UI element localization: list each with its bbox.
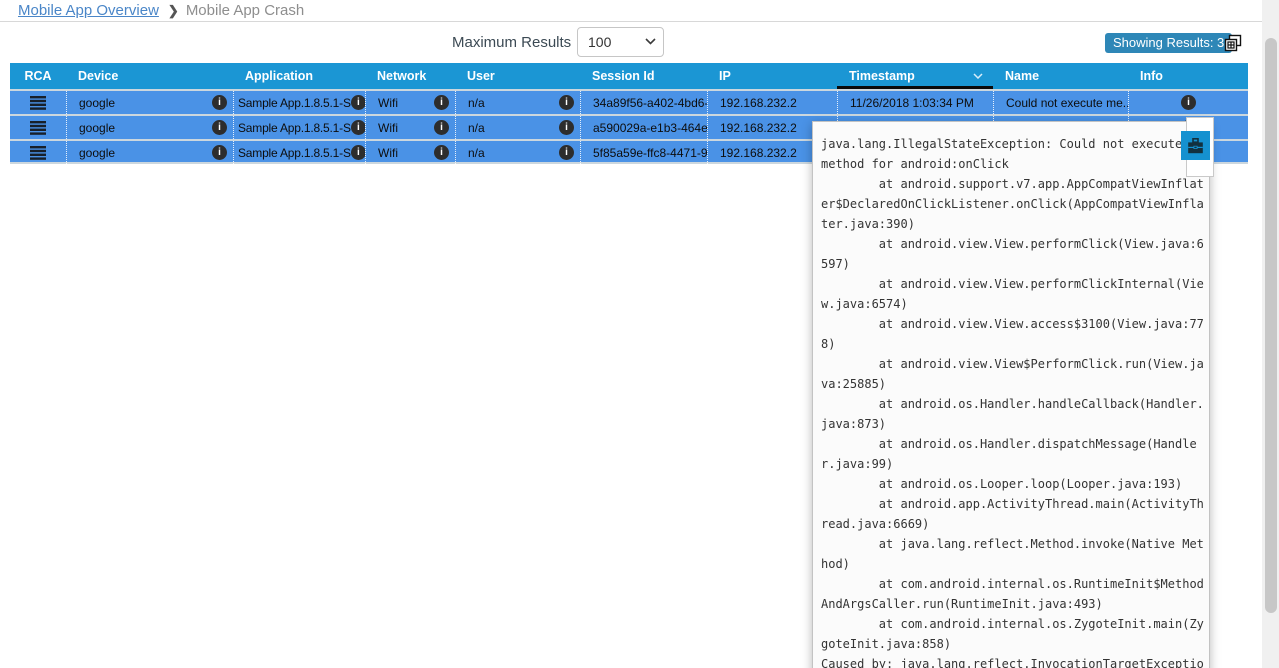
table-header-row: RCA Device Application Network User Sess… xyxy=(10,63,1248,89)
user-cell: n/a i xyxy=(455,141,580,164)
column-header-ip[interactable]: IP xyxy=(707,63,837,89)
column-header-device[interactable]: Device xyxy=(66,63,233,89)
rca-cell xyxy=(10,116,66,139)
network-value: Wifi xyxy=(378,121,398,135)
column-header-timestamp-label: Timestamp xyxy=(849,69,915,83)
info-icon[interactable]: i xyxy=(212,95,227,110)
copy-stack-trace-button[interactable] xyxy=(1181,131,1210,160)
info-cell: i xyxy=(1128,91,1248,114)
copy-results-icon[interactable] xyxy=(1224,34,1242,52)
application-value: Sample App.1.8.5.1-S xyxy=(238,96,351,110)
session-id-cell: a590029a-e1b3-464e... xyxy=(580,116,707,139)
user-value: n/a xyxy=(468,146,485,160)
session-id-cell: 5f85a59e-ffc8-4471-9... xyxy=(580,141,707,164)
user-value: n/a xyxy=(468,121,485,135)
max-results-label: Maximum Results xyxy=(452,34,571,51)
rca-list-icon[interactable] xyxy=(30,96,46,110)
application-cell: Sample App.1.8.5.1-S i xyxy=(233,116,365,139)
device-cell: google i xyxy=(66,91,233,114)
device-cell: google i xyxy=(66,116,233,139)
info-icon[interactable]: i xyxy=(559,145,574,160)
network-cell: Wifi i xyxy=(365,91,455,114)
max-results-select-wrap: 100 xyxy=(577,27,664,57)
clipboard-icon xyxy=(1187,138,1204,154)
scrollbar-thumb[interactable] xyxy=(1265,38,1277,613)
info-icon[interactable]: i xyxy=(434,95,449,110)
info-icon[interactable]: i xyxy=(434,120,449,135)
info-icon[interactable]: i xyxy=(559,95,574,110)
column-header-network[interactable]: Network xyxy=(365,63,455,89)
rca-list-icon[interactable] xyxy=(30,146,46,160)
application-value: Sample App.1.8.5.1-S xyxy=(238,121,351,135)
max-results-select[interactable]: 100 xyxy=(577,27,664,57)
info-icon[interactable]: i xyxy=(1181,95,1196,110)
application-cell: Sample App.1.8.5.1-S i xyxy=(233,91,365,114)
user-cell: n/a i xyxy=(455,116,580,139)
sort-chevron-down-icon xyxy=(973,73,983,79)
info-icon[interactable]: i xyxy=(434,145,449,160)
column-header-rca[interactable]: RCA xyxy=(10,63,66,89)
device-value: google xyxy=(79,146,115,160)
network-cell: Wifi i xyxy=(365,116,455,139)
info-icon[interactable]: i xyxy=(351,95,365,110)
column-header-application[interactable]: Application xyxy=(233,63,365,89)
column-header-timestamp[interactable]: Timestamp xyxy=(837,63,993,89)
breadcrumb: Mobile App Overview ❯ Mobile App Crash xyxy=(0,0,1279,22)
column-header-info[interactable]: Info xyxy=(1128,63,1248,89)
info-icon[interactable]: i xyxy=(351,145,365,160)
user-value: n/a xyxy=(468,96,485,110)
device-value: google xyxy=(79,121,115,135)
info-icon[interactable]: i xyxy=(212,145,227,160)
stack-trace-text: java.lang.IllegalStateException: Could n… xyxy=(813,122,1209,668)
showing-results-badge: Showing Results: 3 xyxy=(1105,33,1232,53)
column-header-user[interactable]: User xyxy=(455,63,580,89)
network-value: Wifi xyxy=(378,146,398,160)
user-cell: n/a i xyxy=(455,91,580,114)
ip-cell: 192.168.232.2 xyxy=(707,91,837,114)
session-id-cell: 34a89f56-a402-4bd6-... xyxy=(580,91,707,114)
table-row: google i Sample App.1.8.5.1-S i Wifi i n… xyxy=(10,89,1248,114)
device-cell: google i xyxy=(66,141,233,164)
application-cell: Sample App.1.8.5.1-S i xyxy=(233,141,365,164)
breadcrumb-chevron-icon: ❯ xyxy=(168,3,179,19)
rca-cell xyxy=(10,141,66,164)
network-cell: Wifi i xyxy=(365,141,455,164)
network-value: Wifi xyxy=(378,96,398,110)
column-header-name[interactable]: Name xyxy=(993,63,1128,89)
info-icon[interactable]: i xyxy=(559,120,574,135)
info-icon[interactable]: i xyxy=(212,120,227,135)
name-cell: Could not execute me... xyxy=(993,91,1128,114)
column-header-session-id[interactable]: Session Id xyxy=(580,63,707,89)
breadcrumb-link-mobile-app-overview[interactable]: Mobile App Overview xyxy=(18,2,159,19)
info-icon[interactable]: i xyxy=(351,120,365,135)
rca-list-icon[interactable] xyxy=(30,121,46,135)
breadcrumb-current: Mobile App Crash xyxy=(186,2,304,19)
timestamp-cell: 11/26/2018 1:03:34 PM xyxy=(837,91,993,114)
device-value: google xyxy=(79,96,115,110)
application-value: Sample App.1.8.5.1-S xyxy=(238,146,351,160)
stack-trace-popup: java.lang.IllegalStateException: Could n… xyxy=(812,121,1210,668)
rca-cell xyxy=(10,91,66,114)
scrollbar-track[interactable] xyxy=(1262,0,1279,668)
